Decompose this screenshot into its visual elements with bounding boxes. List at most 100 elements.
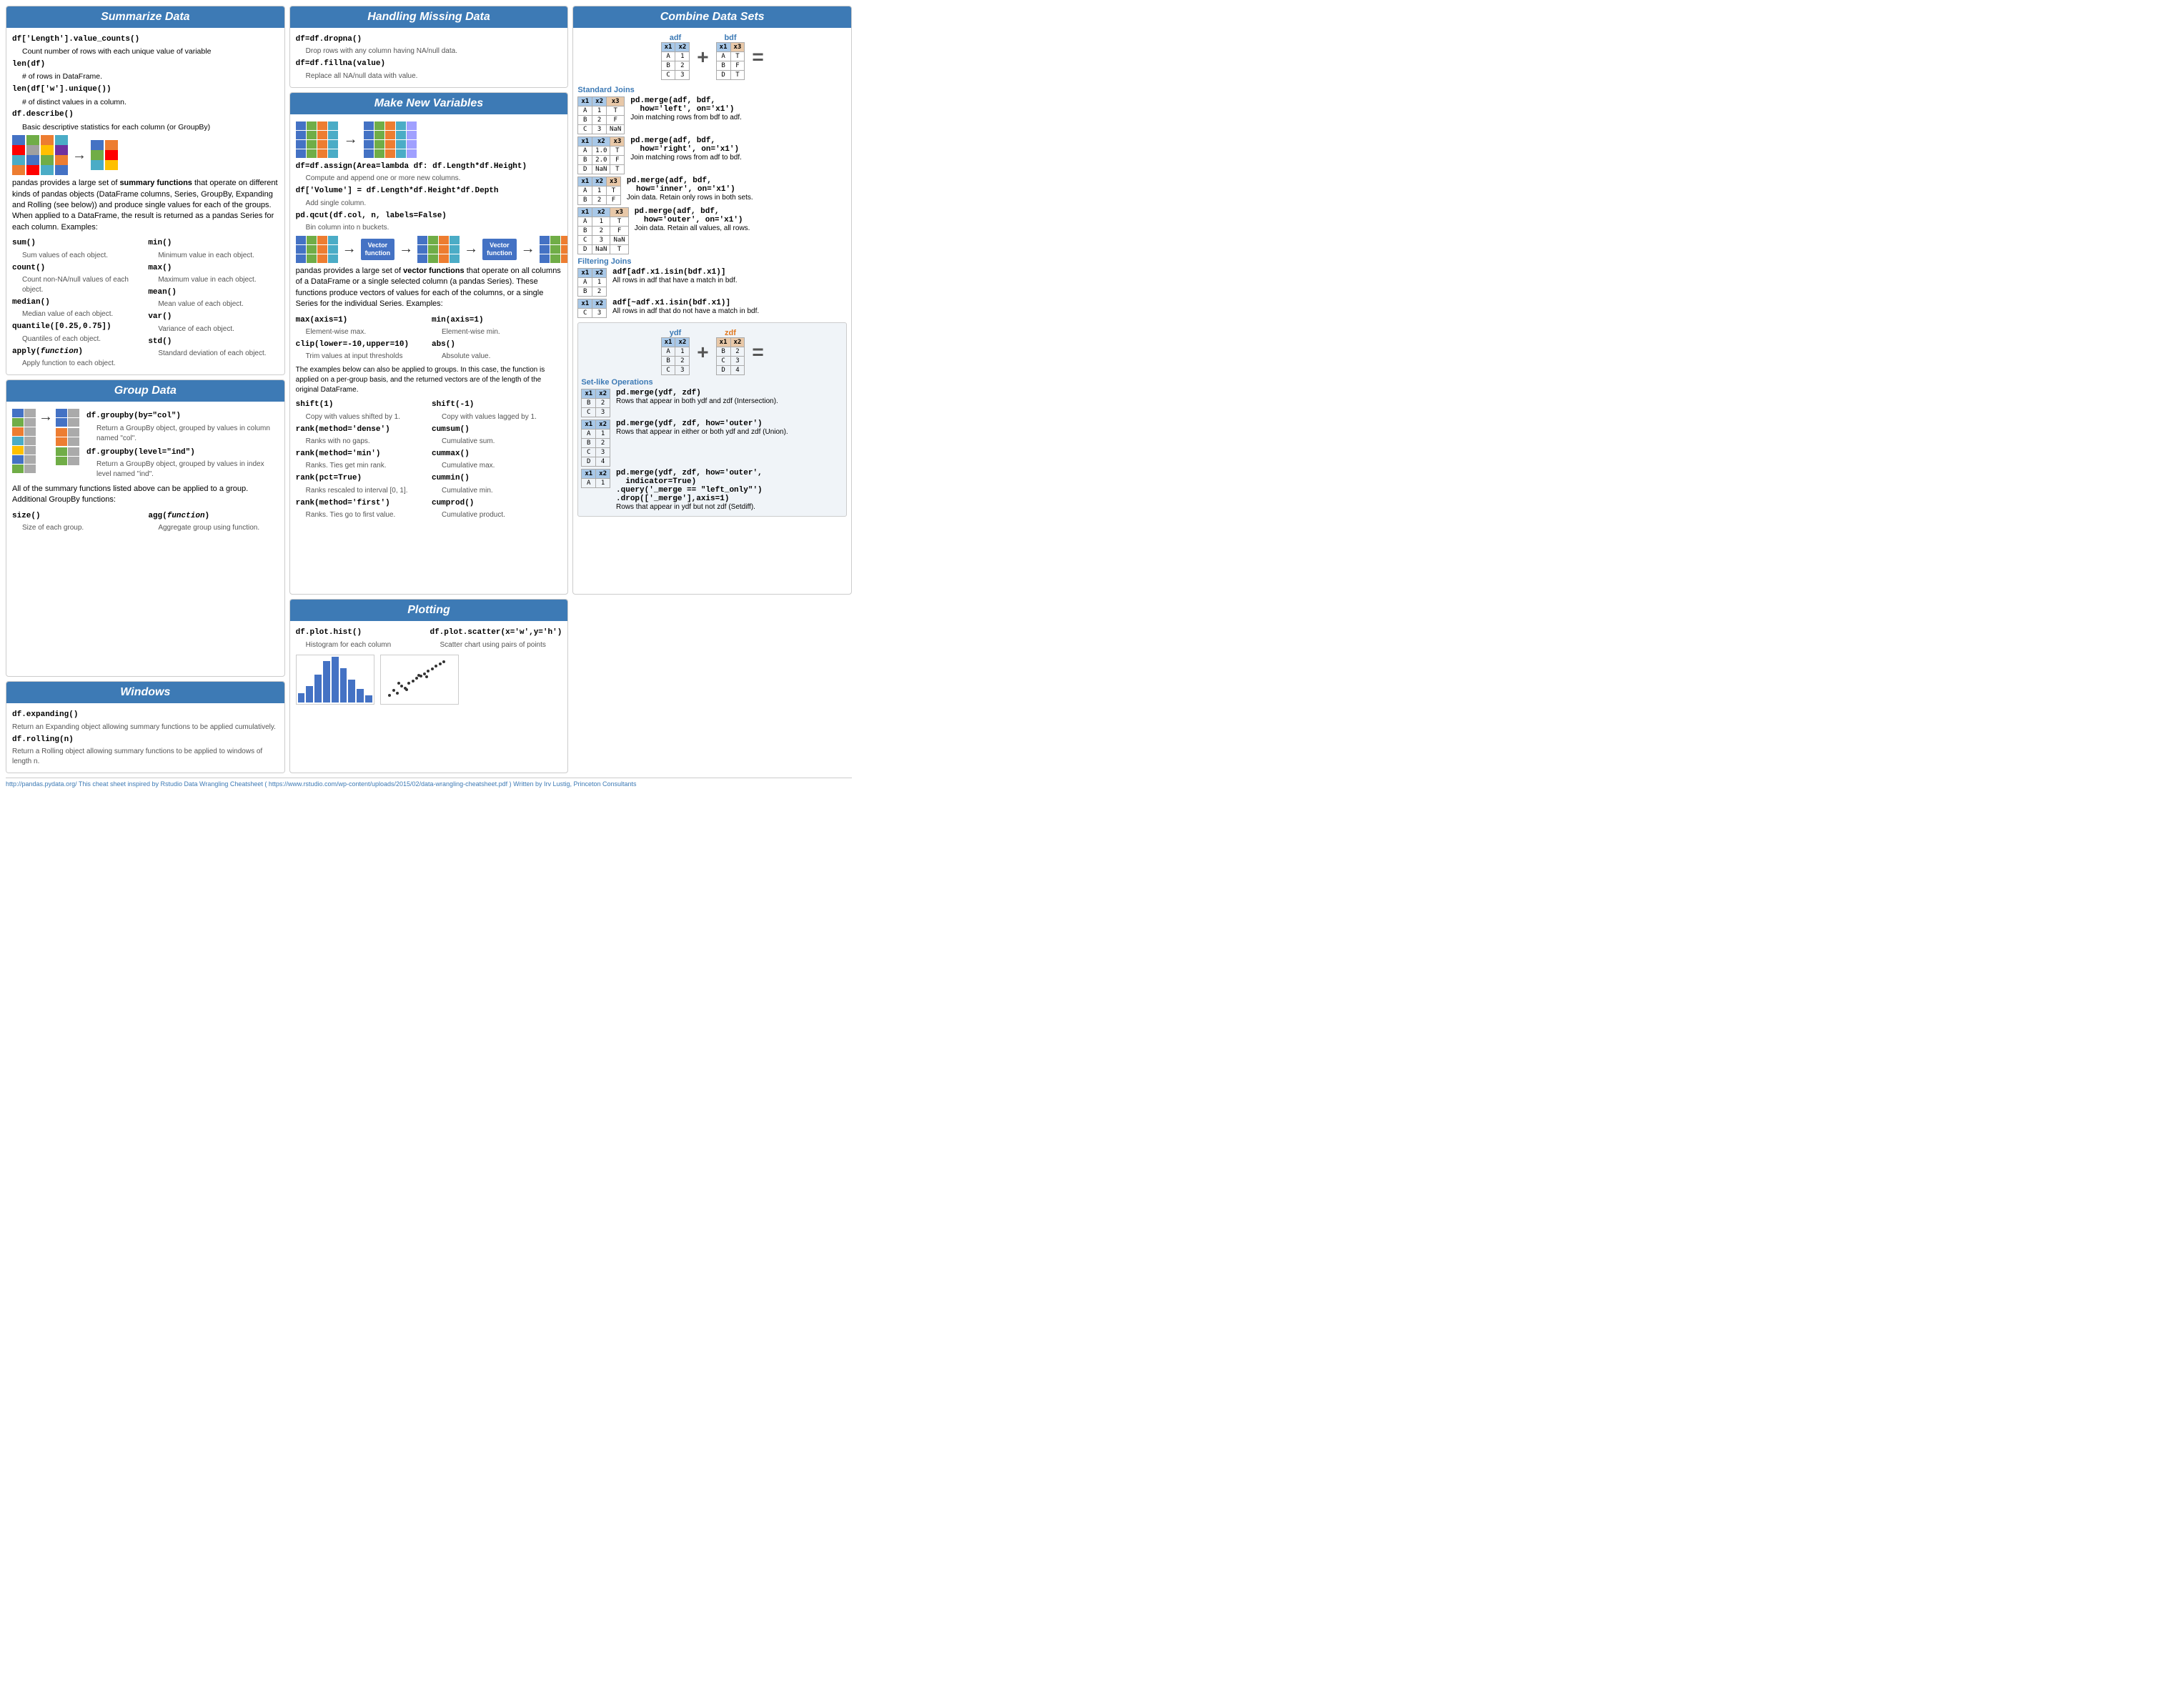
gf-size: size() (12, 512, 41, 520)
bdf-label: bdf (716, 34, 745, 42)
vecfunc-middle (417, 236, 460, 263)
func-apply: apply(function) (12, 347, 83, 356)
summarize-viz: → (12, 135, 279, 175)
footer-suffix: ) Written by Irv Lustig, (510, 780, 574, 788)
outer-join-code: pd.merge(adf, bdf, how='outer', on='x1') (635, 207, 743, 224)
windows-section: Windows df.expanding() Return an Expandi… (6, 681, 285, 773)
nv-min: min(axis=1) (432, 316, 484, 324)
group-funcs2-right: agg(function) Aggregate group using func… (148, 509, 278, 535)
footer-url[interactable]: http://pandas.pydata.org/ (6, 780, 77, 788)
plus-icon: + (697, 46, 708, 69)
adf-container: adf x1x2 A1 B2 C3 (661, 34, 690, 80)
func-std: std() (148, 337, 172, 346)
func-count: count() (12, 264, 45, 272)
setlike-setdiff-row: x1x2 A1 pd.merge(ydf, zdf, how='outer', … (581, 469, 843, 511)
zdf-container: zdf x1x2 B2 C3 D4 (716, 329, 745, 375)
summarize-desc-4: Basic descriptive statistics for each co… (22, 122, 279, 133)
footer-link[interactable]: https://www.rstudio.com/wp-content/uploa… (269, 780, 507, 788)
missing-body: df=df.dropna() Drop rows with any column… (290, 28, 568, 87)
vecfunc-arrow2: → (399, 241, 413, 257)
nv-cumsum: cumsum() (432, 425, 470, 434)
setlike-union-desc: pd.merge(ydf, zdf, how='outer') Rows tha… (616, 419, 843, 436)
equals-icon: = (752, 46, 763, 69)
nv-rank-dense: rank(method='dense') (296, 425, 390, 434)
nv-rank-min: rank(method='min') (296, 450, 381, 458)
newvars-funcs-right: min(axis=1) Element-wise min. abs() Abso… (432, 313, 562, 364)
plot-scatter-code: df.plot.scatter(x='w',y='h') (430, 628, 562, 637)
plot-area (296, 655, 562, 705)
newvars-viz-after (364, 121, 417, 158)
newvars-desc-2: Add single column. (306, 199, 562, 209)
newvars-funcs-left: max(axis=1) Element-wise max. clip(lower… (296, 313, 426, 364)
func-quantile: quantile([0.25,0.75]) (12, 322, 111, 331)
gf-agg: agg(function) (148, 512, 209, 520)
summarize-code-2: len(df) (12, 60, 45, 69)
right-join-row: x1x2x3 A1.0T B2.0F DNaNT pd.merge(adf, b… (577, 136, 847, 174)
newvars-viz-before (296, 121, 338, 158)
summarize-code-3: len(df['w'].unique()) (12, 85, 111, 94)
group-viz: → (12, 409, 279, 481)
plot-hist-code: df.plot.hist() (296, 628, 362, 637)
setlike-intersect-table: x1x2 B2 C3 (581, 389, 610, 417)
summarize-section: Summarize Data df['Length'].value_counts… (6, 6, 285, 375)
plus-icon-2: + (697, 341, 708, 364)
windows-desc-2: Return a Rolling object allowing summary… (12, 747, 279, 767)
inner-join-code: pd.merge(adf, bdf, how='inner', on='x1') (627, 177, 735, 194)
setlike-setdiff-code: pd.merge(ydf, zdf, how='outer', indicato… (616, 469, 763, 503)
summarize-funcs: sum() Sum values of each object. count()… (12, 236, 279, 370)
nv-shift1: shift(1) (296, 400, 334, 409)
setlike-union-row: x1x2 A1 B2 C3 D4 pd.merge(ydf, zdf, how=… (581, 419, 843, 467)
plotting-funcs: df.plot.hist() Histogram for each column… (296, 625, 562, 651)
setlike-setdiff-desc: pd.merge(ydf, zdf, how='outer', indicato… (616, 469, 843, 511)
combine-title: Combine Data Sets (573, 6, 851, 28)
groupby-level: df.groupby(level="ind") (86, 448, 195, 457)
combine-section: Combine Data Sets adf x1x2 A1 B2 C3 + bd… (572, 6, 852, 595)
summarize-body: df['Length'].value_counts() Count number… (6, 28, 284, 374)
vecfunc-arrow3: → (464, 241, 478, 257)
vecfunc-box1: Vectorfunction (361, 239, 395, 260)
outer-join-row: x1x2x3 A1T B2F C3NaN DNaNT pd.merge(adf,… (577, 207, 847, 254)
histogram-chart (296, 655, 374, 705)
right-join-desc: pd.merge(adf, bdf, how='right', on='x1')… (630, 136, 847, 162)
func-var: var() (148, 312, 172, 321)
inner-join-table: x1x2x3 A1T B2F (577, 177, 621, 205)
nv-shift-1: shift(-1) (432, 400, 474, 409)
left-join-table: x1x2x3 A1T B2F C3NaN (577, 96, 625, 134)
setlike-intersect-row: x1x2 B2 C3 pd.merge(ydf, zdf) Rows that … (581, 389, 843, 417)
zdf-label: zdf (716, 329, 745, 337)
footer-author[interactable]: Princeton Consultants (574, 780, 637, 788)
plotting-body: df.plot.hist() Histogram for each column… (290, 621, 568, 708)
plotting-title: Plotting (290, 600, 568, 621)
missing-code-1: df=df.dropna() (296, 35, 362, 44)
newvars-desc-3: Bin column into n buckets. (306, 223, 562, 233)
scatter-chart (380, 655, 459, 705)
newvars-code-1: df=df.assign(Area=lambda df: df.Length*d… (296, 162, 527, 171)
func-max: max() (148, 264, 172, 272)
left-join-code: pd.merge(adf, bdf, how='left', on='x1') (630, 96, 734, 114)
newvars-arrow: → (344, 131, 358, 148)
plot-scatter-desc: Scatter chart using pairs of points (440, 640, 562, 650)
adf-label: adf (661, 34, 690, 42)
newvars-group-note: The examples below can also be applied t… (296, 365, 562, 395)
plotting-section: Plotting df.plot.hist() Histogram for ea… (289, 599, 569, 773)
summarize-title: Summarize Data (6, 6, 284, 28)
nv-clip: clip(lower=-10,upper=10) (296, 340, 409, 349)
left-join-row: x1x2x3 A1T B2F C3NaN pd.merge(adf, bdf, … (577, 96, 847, 134)
vecfunc-box2: Vectorfunction (482, 239, 517, 260)
nv-max: max(axis=1) (296, 316, 348, 324)
group-funcs2: size() Size of each group. agg(function)… (12, 509, 279, 535)
newvars-funcs2: shift(1) Copy with values shifted by 1. … (296, 397, 562, 522)
bdf-table: x1x3 AT BF DT (716, 42, 745, 80)
filter-join2-code: adf[~adf.x1.isin(bdf.x1)] (612, 299, 730, 307)
filter-join1-row: x1x2 A1 B2 adf[adf.x1.isin(bdf.x1)] All … (577, 268, 847, 297)
group-funcs: df.groupby(by="col") Return a GroupBy ob… (86, 409, 279, 481)
newvars-code-3: pd.qcut(df.col, n, labels=False) (296, 212, 447, 220)
vecfunc-viz: → Vectorfunction → (296, 236, 562, 263)
newvars-funcs: max(axis=1) Element-wise max. clip(lower… (296, 313, 562, 364)
footer: http://pandas.pydata.org/ This cheat she… (6, 778, 852, 788)
group-body: → (6, 402, 284, 539)
outer-join-table: x1x2x3 A1T B2F C3NaN DNaNT (577, 207, 628, 254)
group-title: Group Data (6, 380, 284, 402)
newvars-funcs2-right: shift(-1) Copy with values lagged by 1. … (432, 397, 562, 522)
group-prose: All of the summary functions listed abov… (12, 484, 279, 506)
